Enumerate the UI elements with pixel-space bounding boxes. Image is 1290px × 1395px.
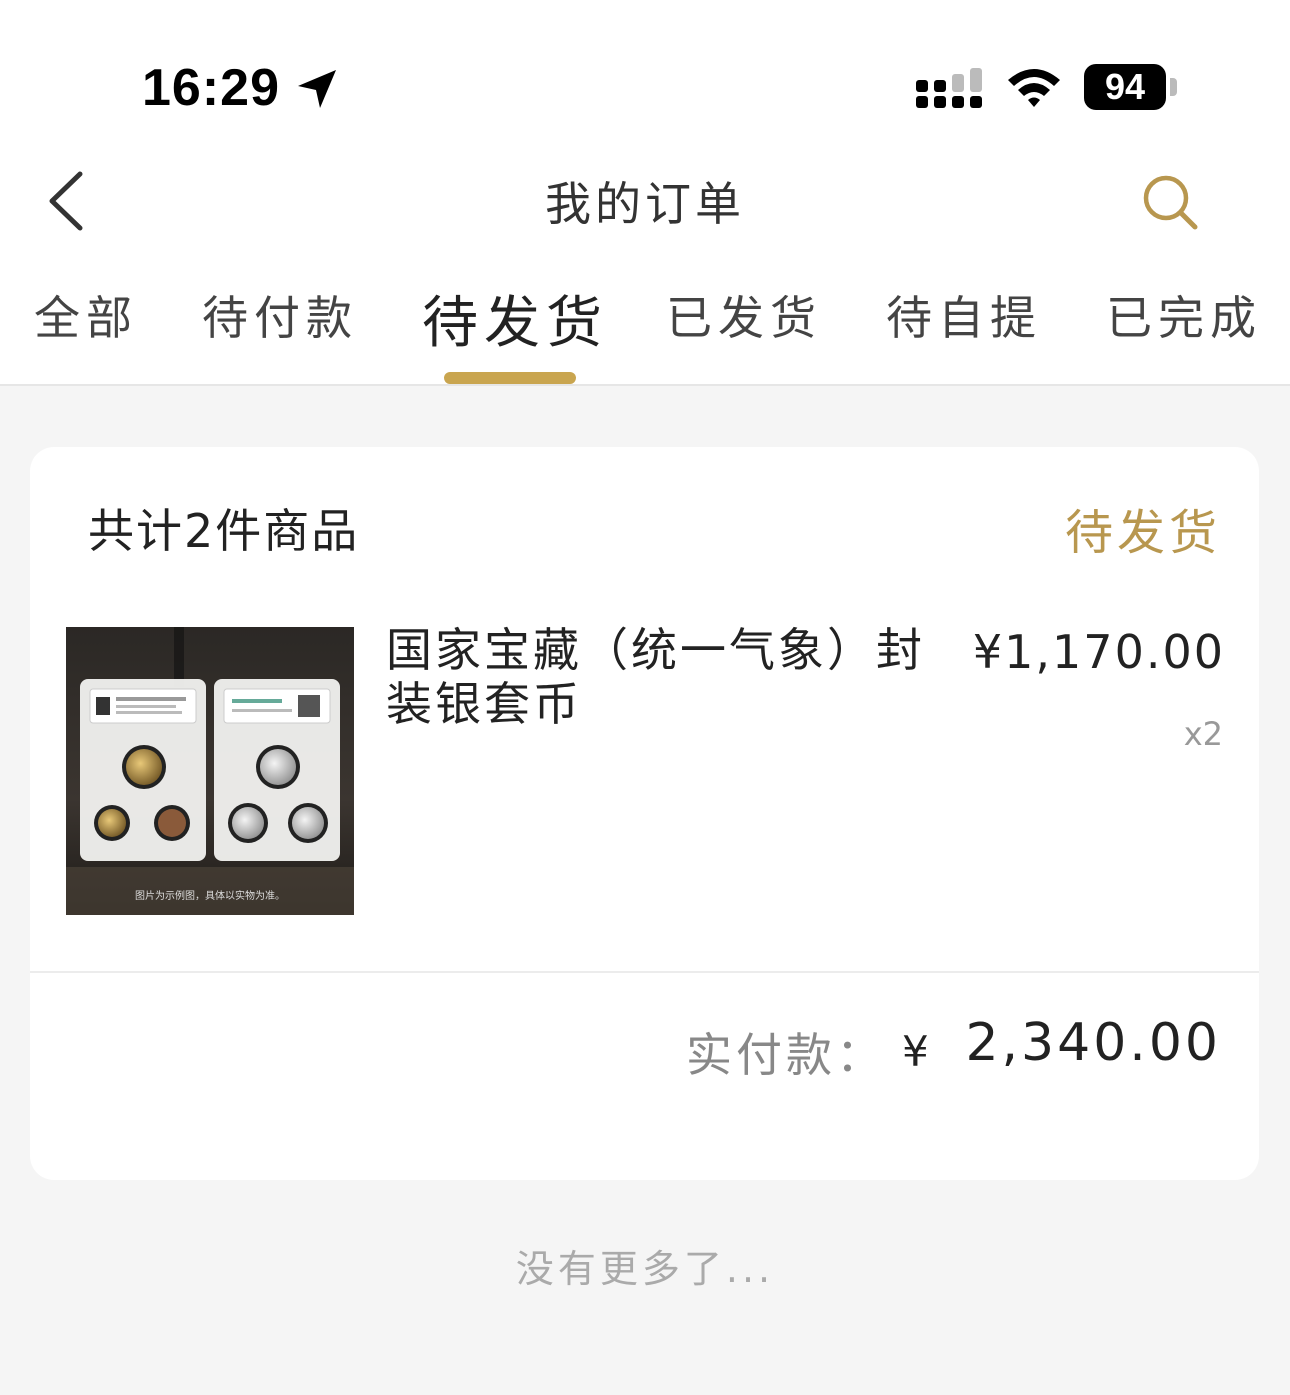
coin-set-image	[66, 627, 354, 915]
end-of-list-text: 没有更多了...	[515, 1247, 775, 1291]
status-bar: 16:29 94	[0, 0, 1290, 160]
order-item-count: 共计2件商品	[88, 504, 360, 558]
product-quantity: x2	[1183, 715, 1223, 753]
navigation-bar: 我的订单	[0, 150, 1290, 250]
tab-all[interactable]: 全部	[34, 282, 138, 348]
order-status-label: 待发货	[1064, 505, 1221, 561]
page-title: 我的订单	[545, 177, 745, 231]
total-paid-label: 实付款：	[686, 1028, 886, 1082]
tab-shipped[interactable]: 已发货	[666, 282, 822, 348]
search-icon[interactable]	[1140, 172, 1200, 232]
card-divider	[30, 971, 1259, 973]
wifi-icon	[1008, 69, 1060, 107]
order-status-tabs: 全部 待付款 待发货 已发货 待自提 已完成	[0, 268, 1290, 385]
tab-pending-pickup[interactable]: 待自提	[886, 282, 1042, 348]
tab-pending-payment[interactable]: 待付款	[202, 282, 358, 348]
battery-indicator: 94	[1084, 64, 1166, 110]
cellular-signal-icon	[916, 68, 982, 108]
product-image[interactable]: 图片为示例图，具体以实物为准。	[66, 627, 354, 915]
active-tab-indicator	[444, 372, 576, 384]
total-currency-symbol: ¥	[902, 1027, 929, 1076]
battery-cap	[1170, 78, 1177, 96]
location-arrow-icon	[298, 70, 336, 108]
total-paid-amount: 2,340.00	[965, 1013, 1221, 1073]
status-time: 16:29	[142, 59, 280, 117]
product-unit-price: ¥1,170.00	[972, 625, 1225, 679]
tab-completed[interactable]: 已完成	[1106, 282, 1262, 348]
order-card[interactable]: 共计2件商品 待发货 图片为示例图，具体以实物为准。 国家宝藏（统一气象）封装银…	[30, 447, 1259, 1180]
tabs-divider	[0, 384, 1290, 386]
product-image-caption: 图片为示例图，具体以实物为准。	[135, 891, 285, 902]
top-header: 16:29 94 我的订单 全部 待付款 待发货 已发货 待自提 已完成	[0, 0, 1290, 385]
product-name[interactable]: 国家宝藏（统一气象）封装银套币	[386, 623, 926, 731]
tab-pending-shipment[interactable]: 待发货	[422, 278, 608, 359]
